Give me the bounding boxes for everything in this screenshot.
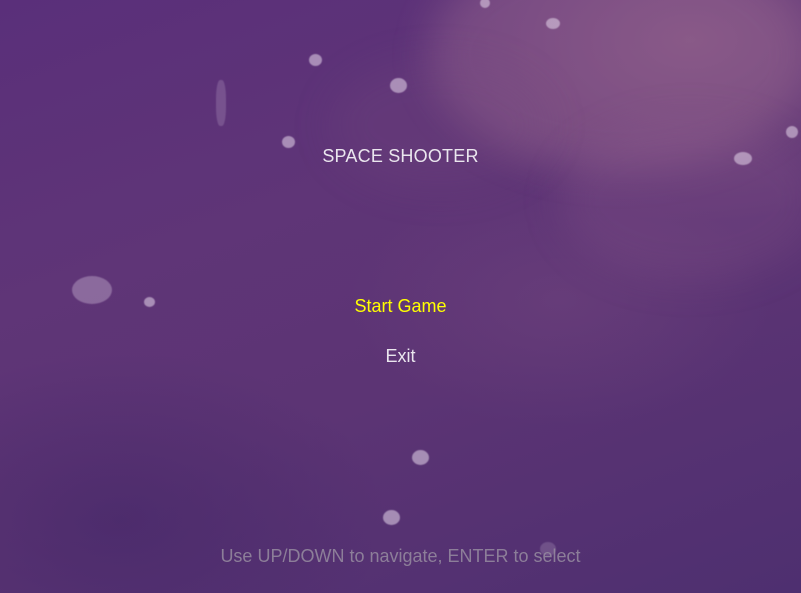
menu-item-start-game[interactable]: Start Game (0, 296, 801, 317)
game-title: SPACE SHOOTER (322, 146, 479, 166)
star (390, 78, 407, 93)
star (480, 0, 490, 8)
star (546, 18, 560, 29)
star (412, 450, 429, 465)
nebula-cloud (430, 0, 801, 170)
star (786, 126, 798, 138)
game-screen: SPACE SHOOTER Start Game Exit Use UP/DOW… (0, 0, 801, 593)
menu-item-exit[interactable]: Exit (0, 346, 801, 367)
controls-hint: Use UP/DOWN to navigate, ENTER to select (220, 546, 581, 566)
star (383, 510, 400, 525)
nebula-cloud (330, 60, 550, 190)
star (309, 54, 322, 66)
star (216, 80, 226, 126)
nebula-cloud (560, 120, 801, 280)
